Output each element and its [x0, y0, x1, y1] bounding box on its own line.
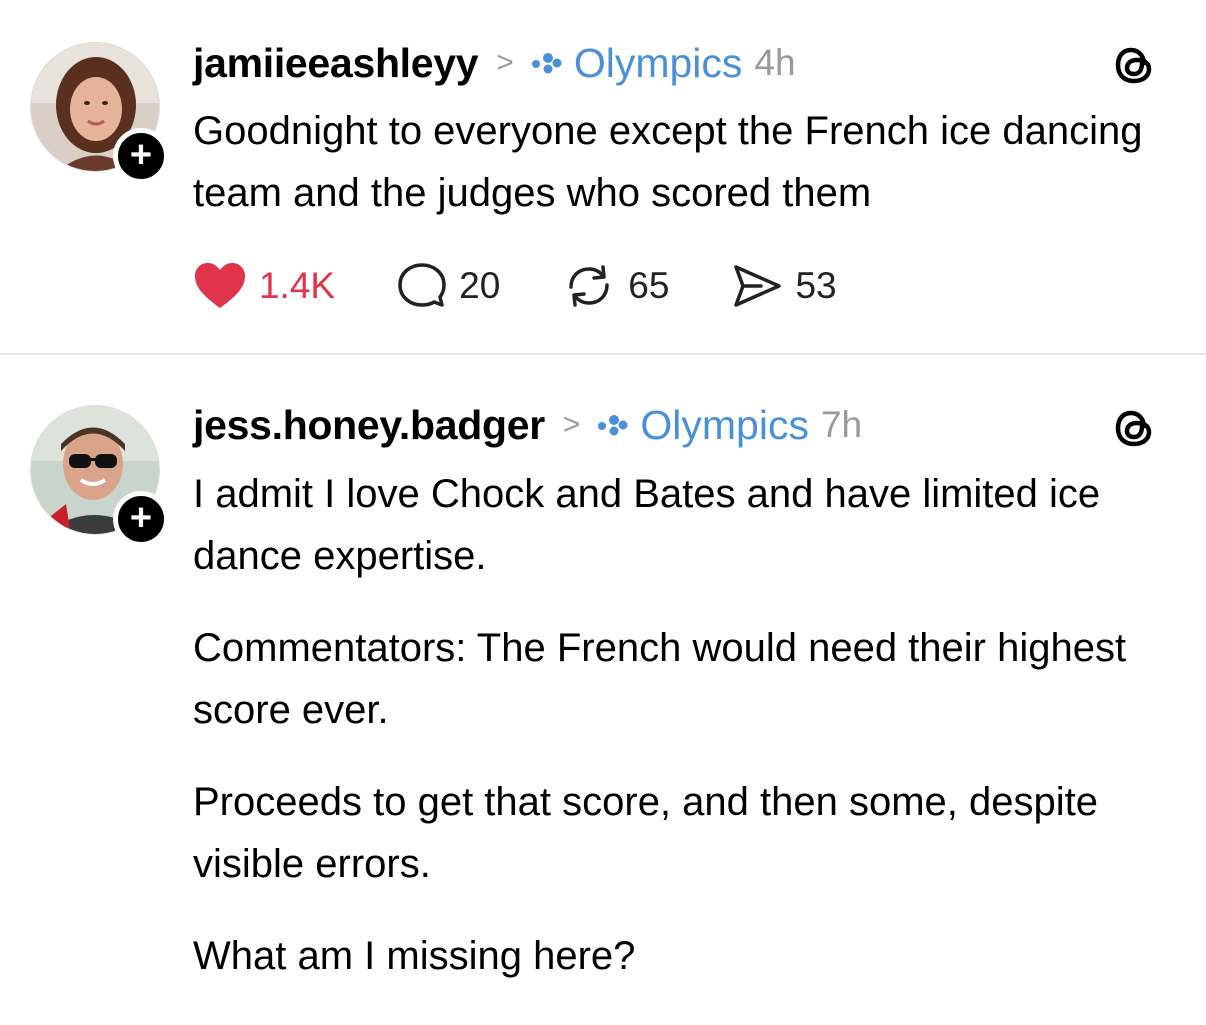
share-button[interactable]: 53 [731, 261, 837, 311]
post-header: jess.honey.badger > Olympics 7h [193, 400, 862, 450]
reply-count: 20 [459, 265, 501, 306]
like-count: 1.4K [259, 265, 336, 306]
share-count: 53 [795, 265, 837, 306]
post-paragraph: Goodnight to everyone except the French … [193, 109, 1143, 215]
follow-button[interactable]: + [113, 491, 169, 547]
topic-dots-icon [531, 53, 562, 74]
chevron-right-icon: > [562, 408, 581, 441]
topic-tag[interactable]: Olympics [640, 402, 809, 449]
repost-icon [569, 265, 610, 307]
topic-tag[interactable]: Olympics [574, 40, 743, 87]
post-header: jamiieeashleyy > Olympics 4h [193, 38, 796, 88]
post-paragraph: What am I missing here? [193, 934, 636, 978]
post-body: I admit I love Chock and Bates and have … [193, 463, 1183, 1017]
post-paragraph: Proceeds to get that score, and then som… [193, 780, 1098, 886]
heart-icon [195, 263, 245, 308]
reply-button[interactable]: 20 [397, 261, 500, 311]
topic-dots-icon [598, 415, 628, 436]
chevron-right-icon: > [496, 46, 514, 79]
repost-button[interactable]: 65 [562, 261, 669, 311]
post-body: Goodnight to everyone except the French … [193, 100, 1183, 254]
post-time: 7h [820, 404, 863, 445]
thread-post[interactable]: + jamiieeashleyy > Olympics 4h Goodnight… [0, 0, 1206, 354]
plus-icon: + [129, 497, 153, 539]
plus-icon: + [129, 134, 153, 176]
follow-button[interactable]: + [113, 128, 169, 184]
username[interactable]: jess.honey.badger [193, 402, 545, 449]
post-paragraph: I admit I love Chock and Bates and have … [193, 472, 1101, 578]
threads-logo-icon[interactable] [1110, 41, 1158, 89]
repost-count: 65 [628, 265, 670, 306]
action-bar: 1.4K 20 65 53 [193, 258, 899, 314]
post-time: 4h [754, 42, 796, 83]
username[interactable]: jamiieeashleyy [193, 40, 479, 87]
thread-post[interactable]: + jess.honey.badger > Olympics 7h I admi… [0, 355, 1206, 1025]
like-button[interactable]: 1.4K [193, 261, 335, 311]
reply-bubble-icon [398, 263, 446, 307]
post-paragraph: Commentators: The French would need thei… [193, 626, 1127, 732]
threads-logo-icon[interactable] [1110, 404, 1158, 452]
share-send-icon [734, 265, 782, 307]
